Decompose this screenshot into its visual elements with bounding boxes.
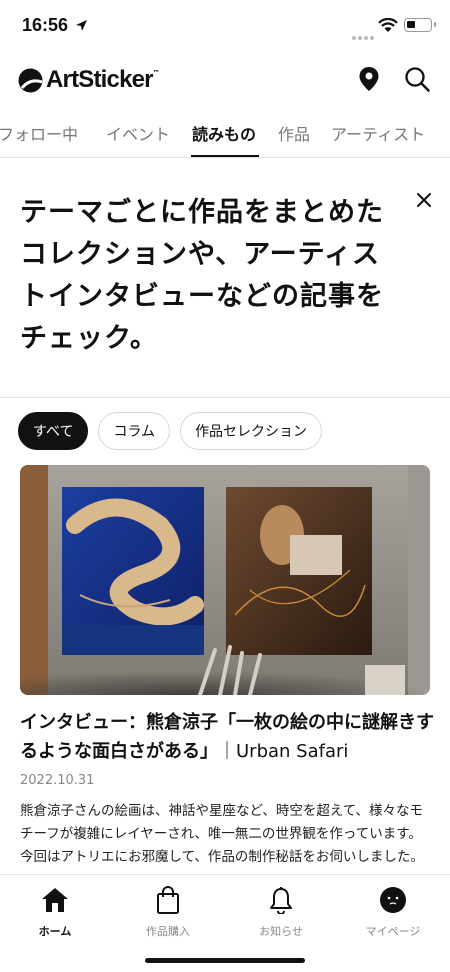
avatar-icon bbox=[380, 887, 406, 913]
tab-reading[interactable]: 読みもの bbox=[192, 121, 256, 145]
location-arrow-icon bbox=[76, 20, 87, 31]
article-date: 2022.10.31 bbox=[20, 773, 95, 788]
map-pin-icon[interactable] bbox=[358, 66, 380, 92]
tab-works[interactable]: 作品 bbox=[278, 121, 310, 145]
intro-banner: テーマごとに作品をまとめたコレクションや、アーティストインタビューなどの記事をチ… bbox=[0, 158, 450, 398]
atelier-photo bbox=[20, 465, 430, 695]
search-icon[interactable] bbox=[404, 66, 430, 92]
logo-mark-icon bbox=[18, 68, 43, 92]
home-indicator bbox=[145, 958, 305, 963]
article-title[interactable]: インタビュー：熊倉涼子「一枚の絵の中に謎解きするような面白さがある」｜Urban… bbox=[20, 708, 435, 766]
article-excerpt: 熊倉涼子さんの絵画は、神話や星座など、時空を超えて、様々なモチーフが複雑にレイヤ… bbox=[20, 803, 424, 865]
filter-chips: すべて コラム 作品セレクション bbox=[18, 412, 332, 450]
filter-all-chip[interactable]: すべて bbox=[18, 412, 89, 450]
tab-following[interactable]: フォロー中 bbox=[0, 121, 78, 145]
nav-shop[interactable]: 作品購入 bbox=[123, 885, 213, 939]
article-thumbnail[interactable] bbox=[20, 465, 430, 695]
logo-text: ArtSticker bbox=[46, 66, 154, 93]
wifi-icon bbox=[378, 18, 398, 32]
bell-icon bbox=[270, 887, 292, 914]
nav-home[interactable]: ホーム bbox=[10, 885, 100, 939]
intro-text: テーマごとに作品をまとめたコレクションや、アーティストインタビューなどの記事をチ… bbox=[20, 197, 384, 354]
category-tabs: フォロー中 イベント 読みもの 作品 アーティスト bbox=[0, 112, 450, 158]
signal-icon bbox=[352, 25, 376, 44]
nav-mypage[interactable]: マイページ bbox=[348, 885, 438, 939]
status-time: 16:56 bbox=[22, 15, 69, 35]
nav-mypage-label: マイページ bbox=[365, 925, 421, 938]
artsticker-logo[interactable]: ArtSticker ™ bbox=[18, 66, 160, 94]
app-header: ArtSticker ™ bbox=[0, 54, 450, 106]
battery-icon bbox=[404, 18, 436, 32]
filter-selection-chip[interactable]: 作品セレクション bbox=[180, 412, 323, 450]
home-icon bbox=[42, 888, 68, 912]
shopping-bag-icon bbox=[157, 886, 179, 914]
filter-column-chip[interactable]: コラム bbox=[98, 412, 171, 450]
nav-home-label: ホーム bbox=[38, 925, 72, 938]
nav-notifications[interactable]: お知らせ bbox=[236, 885, 326, 939]
nav-shop-label: 作品購入 bbox=[146, 925, 190, 938]
tab-events[interactable]: イベント bbox=[106, 121, 170, 145]
nav-notifications-label: お知らせ bbox=[259, 925, 303, 938]
close-icon[interactable] bbox=[416, 192, 432, 208]
article-source: ｜Urban Safari bbox=[218, 741, 349, 762]
logo-trademark: ™ bbox=[152, 69, 160, 77]
tab-artists[interactable]: アーティスト bbox=[331, 121, 425, 145]
status-bar: 16:56 bbox=[0, 0, 450, 54]
